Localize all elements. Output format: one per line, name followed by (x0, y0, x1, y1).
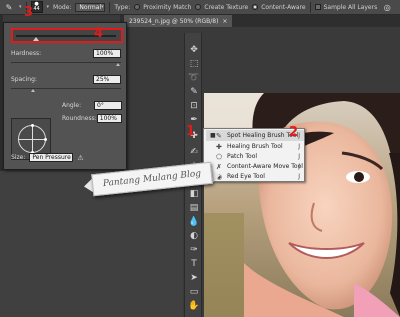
annotation-number-4: 4 (94, 26, 104, 41)
marquee-tool-icon[interactable]: ⬚ (187, 57, 201, 70)
angle-field[interactable]: 0° (94, 101, 122, 110)
hardness-field[interactable]: 100% (93, 49, 121, 58)
angle-circle[interactable] (18, 124, 47, 154)
hardness-row: Hardness: 100% (11, 49, 121, 58)
shortcut-key: J (298, 163, 300, 170)
proximity-radio[interactable] (134, 4, 141, 10)
content-aware-radio[interactable] (252, 4, 259, 10)
sample-all-label: Sample All Layers (323, 3, 378, 11)
flyout-item-label: Content-Aware Move Tool (227, 163, 303, 170)
create-texture-option[interactable]: Create Texture (195, 4, 248, 11)
content-aware-label: Content-Aware (261, 3, 306, 11)
patch-tool-icon: ⬠ (216, 152, 223, 161)
pressure-size-icon[interactable]: ◎ (381, 2, 393, 13)
options-bar: ✎ ▾ ● 44 ▾ Mode: Normal ▾ Type: Proximit… (0, 0, 400, 15)
selected-bullet-icon: ■ (210, 132, 216, 139)
portrait-image (204, 93, 400, 317)
size-pressure-row: Size: Pen Pressure ⚠ (11, 153, 84, 162)
angle-handle-right[interactable] (44, 138, 47, 141)
gradient-tool-icon[interactable]: ▤ (187, 201, 201, 214)
annotation-number-3: 3 (24, 5, 34, 20)
shortcut-key: J (298, 173, 300, 180)
eraser-tool-icon[interactable]: ◧ (187, 187, 201, 200)
brush-picker-arrow[interactable]: ▾ (47, 4, 50, 10)
dodge-tool-icon[interactable]: ◐ (187, 229, 201, 242)
annotation-number-2: 2 (289, 125, 299, 140)
hand-tool-icon[interactable]: ✋ (187, 299, 201, 312)
angle-label: Angle: (62, 102, 82, 109)
path-select-icon[interactable]: ➤ (187, 271, 201, 284)
spot-healing-brush-icon[interactable]: ✎ (3, 2, 15, 13)
chevron-down-icon: ▾ (101, 4, 104, 10)
document-tab-bar: 239524_n.jpg @ 50% (RGB/8) × (120, 15, 400, 27)
size-label: Size: (11, 154, 26, 161)
type-tool-icon[interactable]: T (187, 257, 201, 270)
warning-icon: ⚠ (77, 153, 84, 162)
flyout-item-label: Patch Tool (227, 153, 258, 160)
roundness-row: Roundness: 100% (62, 114, 122, 123)
shortcut-key: J (298, 132, 300, 139)
shortcut-key: J (298, 143, 300, 150)
close-icon[interactable]: × (222, 18, 227, 25)
move-tool-icon[interactable]: ✥ (187, 43, 201, 56)
sample-all-checkbox[interactable] (314, 4, 321, 10)
brush-tool-icon[interactable]: ✍ (187, 145, 201, 158)
pen-tool-icon[interactable]: ✑ (187, 243, 201, 256)
hardness-label: Hardness: (11, 50, 42, 57)
pen-pressure-select[interactable]: Pen Pressure (29, 153, 74, 162)
flyout-item-label: Spot Healing Brush Tool (227, 132, 299, 139)
separator (309, 1, 311, 13)
annotation-number-1: 1 (186, 124, 196, 139)
crop-tool-icon[interactable]: ⊡ (187, 99, 201, 112)
document-title: 239524_n.jpg @ 50% (RGB/8) (129, 17, 219, 25)
shortcut-key: J (298, 153, 300, 160)
flyout-item-label: Healing Brush Tool (227, 143, 283, 150)
size-slider-highlight[interactable] (11, 28, 123, 43)
spacing-knob[interactable] (31, 89, 35, 92)
hardness-slider[interactable] (11, 62, 121, 63)
document-photo[interactable] (204, 93, 400, 317)
content-aware-option[interactable]: Content-Aware (252, 3, 306, 11)
mode-label: Mode: (53, 3, 72, 11)
proximity-match-option[interactable]: Proximity Match (134, 4, 191, 11)
size-slider-knob[interactable] (33, 37, 39, 41)
texture-label: Create Texture (204, 3, 249, 11)
blur-tool-icon[interactable]: 💧 (187, 215, 201, 228)
spacing-label: Spacing: (11, 76, 37, 83)
roundness-label: Roundness: (62, 115, 97, 122)
proximity-label: Proximity Match (143, 3, 192, 11)
sample-all-layers-option[interactable]: Sample All Layers (314, 3, 378, 11)
separator (109, 1, 111, 13)
angle-row: Angle: 0° (62, 101, 122, 110)
brush-picker-panel: Hardness: 100% Spacing: 25% Angle: 0° Ro… (3, 22, 127, 170)
shape-tool-icon[interactable]: ▭ (187, 285, 201, 298)
healing-brush-icon: ✚ (216, 142, 222, 151)
quick-select-icon[interactable]: ✎ (187, 85, 201, 98)
angle-axis-vertical (32, 126, 33, 152)
roundness-field[interactable]: 100% (96, 114, 122, 123)
lasso-tool-icon[interactable]: ➰ (187, 71, 201, 84)
watermark-text: Pantang Mulang Blog (102, 168, 202, 190)
angle-handle-top[interactable] (31, 124, 34, 127)
texture-radio[interactable] (195, 4, 202, 10)
spacing-row: Spacing: 25% (11, 75, 121, 84)
mode-select[interactable]: Normal ▾ (75, 2, 106, 12)
flyout-item-red-eye[interactable]: ◉ Red Eye Tool J (206, 171, 304, 182)
brush-size-readout: 44 (33, 6, 40, 12)
type-label: Type: (114, 3, 131, 11)
flyout-item-label: Red Eye Tool (227, 173, 265, 180)
tool-preset-dropdown-arrow[interactable]: ▾ (19, 4, 22, 10)
document-tab[interactable]: 239524_n.jpg @ 50% (RGB/8) × (124, 15, 233, 27)
mode-value: Normal (79, 3, 102, 11)
hardness-knob[interactable] (116, 63, 120, 66)
spacing-slider[interactable] (11, 88, 121, 89)
spacing-field[interactable]: 25% (93, 75, 121, 84)
spot-healing-brush-icon: ✎ (216, 131, 222, 140)
